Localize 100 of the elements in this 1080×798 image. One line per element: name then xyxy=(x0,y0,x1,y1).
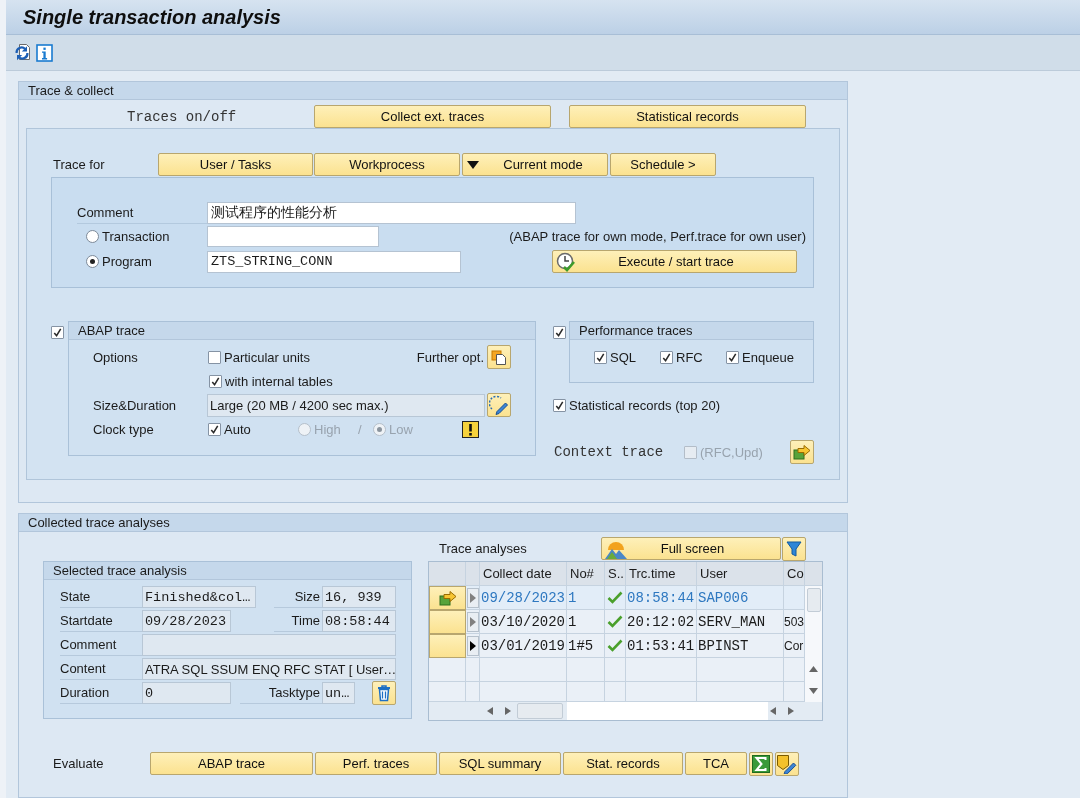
evaluate-button[interactable]: SQL summary xyxy=(439,752,561,775)
edit-button[interactable] xyxy=(487,393,511,417)
radio-label: Transaction xyxy=(102,229,170,244)
column-header[interactable]: S.. xyxy=(605,562,626,586)
read-only-field: un… xyxy=(322,682,355,704)
evaluate-button[interactable]: TCA xyxy=(685,752,747,775)
field-label: Clock type xyxy=(93,421,155,437)
toggle-button[interactable]: Statistical records xyxy=(569,105,806,128)
caret-icon xyxy=(467,160,479,169)
checkbox[interactable] xyxy=(553,398,566,412)
read-only-field: 16, 939 xyxy=(322,586,396,608)
table-cell: 03/01/2019 xyxy=(480,634,567,658)
edit-button[interactable] xyxy=(775,751,799,776)
checkbox-label: Auto xyxy=(224,421,251,437)
full-screen-button[interactable]: Full screen xyxy=(601,537,781,560)
column-header[interactable]: Collect date xyxy=(480,562,567,586)
table-cell: BPINST xyxy=(697,634,784,658)
arrow-right-icon[interactable] xyxy=(505,707,511,715)
radio-label: High xyxy=(314,421,341,437)
read-only-field: Finished&col… xyxy=(142,586,256,608)
checkbox[interactable] xyxy=(553,326,566,339)
sum-button[interactable] xyxy=(749,751,773,776)
refresh-icon[interactable] xyxy=(14,43,32,62)
table-cell xyxy=(784,658,805,682)
warning-icon xyxy=(462,420,479,438)
checkbox[interactable] xyxy=(208,422,221,436)
radio-button[interactable] xyxy=(86,255,99,268)
arrow-left-icon[interactable] xyxy=(770,707,776,715)
size-field[interactable]: Large (20 MB / 4200 sec max.) xyxy=(207,393,485,417)
check-icon xyxy=(607,591,623,604)
scroll-thumb[interactable] xyxy=(806,588,821,612)
arrow-icon xyxy=(793,444,811,460)
group-header: Collected trace analyses xyxy=(19,514,847,532)
table-cell xyxy=(626,658,697,682)
checkbox[interactable] xyxy=(594,350,607,364)
group-header: Performance traces xyxy=(570,322,813,340)
table-cell: 20:12:02 xyxy=(626,610,697,634)
further-options-button[interactable] xyxy=(487,345,511,369)
table-cell xyxy=(784,682,805,702)
arrow-right-icon[interactable] xyxy=(788,707,794,715)
group-header: ABAP trace xyxy=(69,322,535,340)
table-cell xyxy=(567,682,605,702)
row-selector[interactable] xyxy=(429,586,466,610)
field-label: Evaluate xyxy=(53,756,105,771)
check-icon xyxy=(607,615,623,628)
hint-text: (ABAP trace for own mode, Perf.trace for own user) xyxy=(509,229,806,244)
checkbox[interactable] xyxy=(208,350,221,364)
evaluate-button[interactable]: Stat. records xyxy=(563,752,683,775)
evaluate-button[interactable]: Perf. traces xyxy=(315,752,437,775)
filter-button[interactable] xyxy=(782,537,806,561)
column-header[interactable]: User xyxy=(697,562,784,586)
separator-text: / xyxy=(357,421,363,437)
pages-icon xyxy=(491,349,507,365)
vertical-scrollbar[interactable] xyxy=(805,586,822,702)
read-only-field: 0 xyxy=(142,682,231,704)
arrow-down-icon[interactable] xyxy=(809,688,818,694)
read-only-field: 08:58:44 xyxy=(322,610,396,632)
checkbox-label: with internal tables xyxy=(225,373,333,389)
delete-button[interactable] xyxy=(372,681,396,705)
field-label: Options xyxy=(93,349,139,365)
table-cell: 503 xyxy=(784,610,805,634)
trash-icon xyxy=(376,684,392,702)
context-trace-button[interactable] xyxy=(790,440,814,464)
sigma-icon xyxy=(752,754,770,773)
table-cell: SAP006 xyxy=(697,586,784,610)
info-icon[interactable] xyxy=(36,43,53,62)
trace-for-button[interactable]: User / Tasks xyxy=(158,153,313,176)
comment-field[interactable]: 测试程序的性能分析 xyxy=(207,202,576,224)
checkbox[interactable] xyxy=(660,350,673,364)
input-field[interactable]: ZTS_STRING_CONN xyxy=(207,250,461,273)
group-header: Selected trace analysis xyxy=(44,562,411,580)
scroll-thumb[interactable] xyxy=(517,703,563,719)
filter-icon xyxy=(786,541,802,557)
table-title: Trace analyses xyxy=(438,540,528,558)
execute-button[interactable]: Execute / start trace xyxy=(552,250,797,273)
window-title: Single transaction analysis xyxy=(23,5,281,29)
column-header[interactable]: Trc.time xyxy=(626,562,697,586)
toggle-button[interactable]: Collect ext. traces xyxy=(314,105,551,128)
pencil-icon xyxy=(489,395,509,415)
table-cell: 1 xyxy=(567,610,605,634)
column-header[interactable]: No# xyxy=(567,562,605,586)
checkbox[interactable] xyxy=(726,350,739,364)
trace-for-button[interactable]: Schedule > xyxy=(610,153,716,176)
column-header[interactable]: Co xyxy=(784,562,805,586)
read-only-field: ATRA SQL SSUM ENQ RFC STAT [ User… xyxy=(142,658,396,680)
checkbox[interactable] xyxy=(209,374,222,388)
checkbox-label: (RFC,Upd) xyxy=(700,444,763,460)
field-label: Size&Duration xyxy=(93,397,178,413)
trace-for-button[interactable]: Workprocess xyxy=(314,153,460,176)
table-cell: 03/10/2020 xyxy=(480,610,567,634)
arrow-up-icon[interactable] xyxy=(809,666,818,672)
input-field[interactable] xyxy=(207,226,379,247)
checkbox-label: RFC xyxy=(676,349,703,365)
table-cell xyxy=(605,682,626,702)
radio-button[interactable] xyxy=(86,230,99,243)
field-label: Further opt. xyxy=(416,349,484,365)
arrow-left-icon[interactable] xyxy=(487,707,493,715)
evaluate-button[interactable]: ABAP trace xyxy=(150,752,313,775)
checkbox[interactable] xyxy=(51,326,64,339)
trace-for-button[interactable]: Current mode xyxy=(462,153,608,176)
